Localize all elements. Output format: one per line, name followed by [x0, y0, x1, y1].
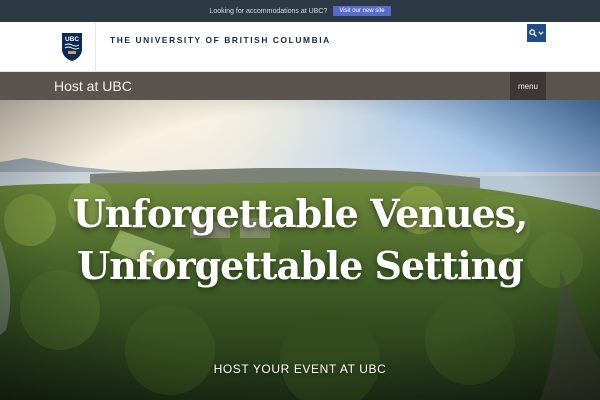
- announcement-text: Looking for accommodations at UBC?: [209, 7, 328, 15]
- crest-text: UBC: [65, 36, 79, 43]
- search-toggle-button[interactable]: [527, 24, 546, 42]
- brand-divider: [95, 22, 96, 72]
- hero-subtitle: HOST YOUR EVENT AT UBC: [213, 362, 387, 376]
- chevron-down-icon: [538, 31, 544, 36]
- hero-banner: Unforgettable Venues, Unforgettable Sett…: [0, 100, 600, 400]
- university-name[interactable]: THE UNIVERSITY OF BRITISH COLUMBIA: [110, 35, 331, 45]
- hero-title: Unforgettable Venues, Unforgettable Sett…: [72, 191, 529, 288]
- site-title-link[interactable]: Host at UBC: [54, 78, 132, 94]
- menu-button[interactable]: menu: [510, 72, 546, 100]
- announcement-bar: Looking for accommodations at UBC? Visit…: [0, 0, 600, 22]
- site-nav-bar: Host at UBC menu: [0, 72, 600, 100]
- ubc-brand-bar: UBC THE UNIVERSITY OF BRITISH COLUMBIA: [0, 22, 600, 72]
- ubc-crest-logo[interactable]: UBC: [61, 32, 83, 62]
- visit-new-site-button[interactable]: Visit our new site: [333, 6, 391, 16]
- search-icon: [529, 29, 537, 37]
